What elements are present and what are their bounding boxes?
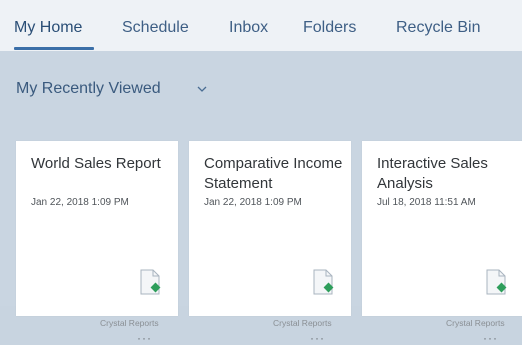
tab-schedule[interactable]: Schedule xyxy=(122,18,189,38)
more-options-button[interactable]: ··· xyxy=(483,331,498,345)
card-title[interactable]: Comparative Income Statement xyxy=(204,154,344,194)
chevron-down-icon[interactable] xyxy=(195,82,209,96)
card-type-label: Crystal Reports xyxy=(100,318,159,328)
tab-recycle-bin[interactable]: Recycle Bin xyxy=(396,18,480,38)
top-nav-bar: My Home Schedule Inbox Folders Recycle B… xyxy=(0,0,522,51)
card-date: Jan 22, 2018 1:09 PM xyxy=(31,197,129,208)
card-title[interactable]: World Sales Report xyxy=(31,154,171,174)
card-date: Jul 18, 2018 11:51 AM xyxy=(377,197,476,208)
report-card[interactable]: World Sales Report Jan 22, 2018 1:09 PM … xyxy=(16,141,178,345)
card-title[interactable]: Interactive Sales Analysis xyxy=(377,154,517,194)
tab-my-home[interactable]: My Home xyxy=(14,18,82,38)
more-options-button[interactable]: ··· xyxy=(137,331,152,345)
card-type-label: Crystal Reports xyxy=(273,318,332,328)
card-type-label: Crystal Reports xyxy=(446,318,505,328)
crystal-report-document-icon xyxy=(486,269,507,295)
tab-folders[interactable]: Folders xyxy=(303,18,356,38)
crystal-report-document-icon xyxy=(140,269,161,295)
card-date: Jan 22, 2018 1:09 PM xyxy=(204,197,302,208)
more-options-button[interactable]: ··· xyxy=(310,331,325,345)
active-tab-indicator xyxy=(14,47,94,50)
crystal-report-document-icon xyxy=(313,269,334,295)
tab-inbox[interactable]: Inbox xyxy=(229,18,268,38)
recently-viewed-section: My Recently Viewed World Sales Report Ja… xyxy=(0,51,522,345)
report-card[interactable]: Comparative Income Statement Jan 22, 201… xyxy=(189,141,351,345)
recently-viewed-title[interactable]: My Recently Viewed xyxy=(16,79,161,99)
report-card[interactable]: Interactive Sales Analysis Jul 18, 2018 … xyxy=(362,141,522,345)
